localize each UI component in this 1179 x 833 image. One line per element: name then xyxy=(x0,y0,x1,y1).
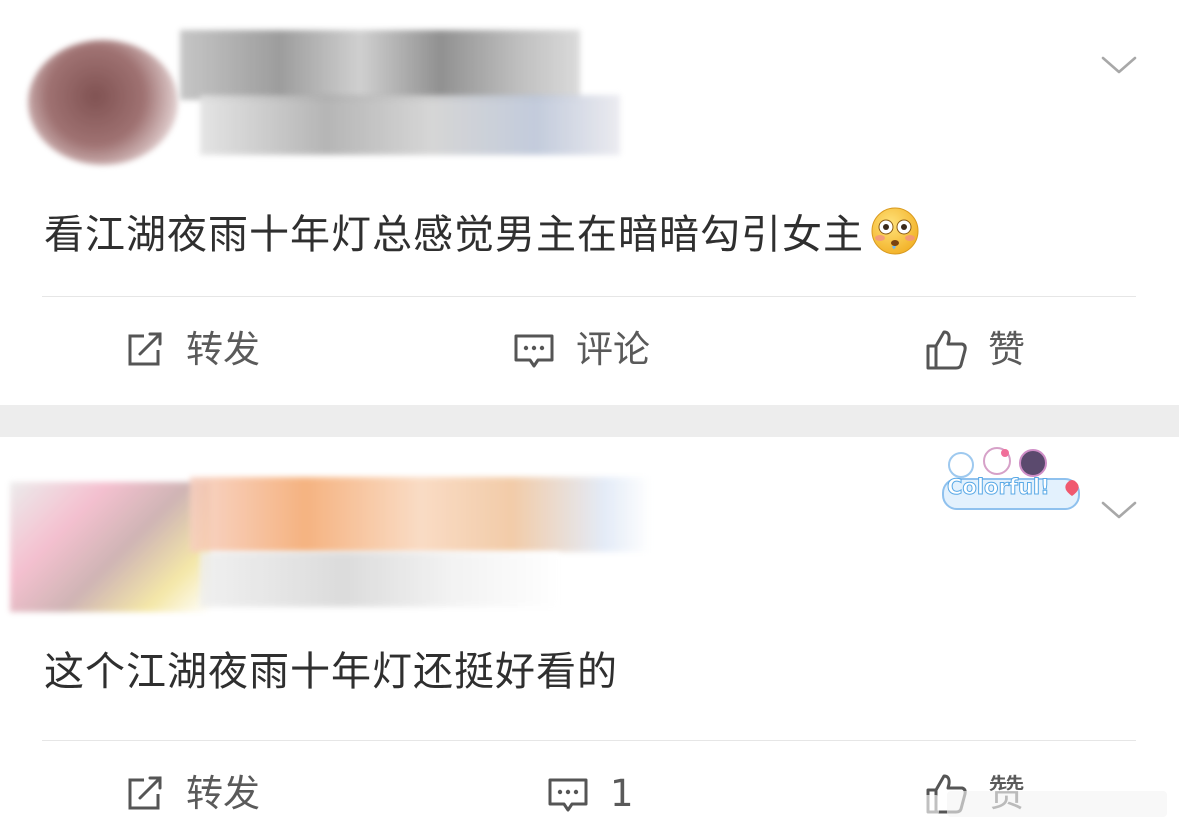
flushed-face-emoji-icon xyxy=(870,206,920,256)
redacted-meta xyxy=(200,95,620,155)
colorful-badge: Colorful! xyxy=(935,443,1087,513)
repost-icon xyxy=(122,328,166,372)
like-button[interactable]: 赞 xyxy=(924,326,1025,374)
comment-button[interactable]: 评论 xyxy=(512,326,650,374)
repost-button[interactable]: 转发 xyxy=(122,326,260,374)
divider xyxy=(42,296,1136,297)
post-text-content: 看江湖夜雨十年灯总感觉男主在暗暗勾引女主 xyxy=(44,212,864,258)
avatar[interactable] xyxy=(28,40,178,165)
repost-label: 转发 xyxy=(186,328,260,371)
redacted-username xyxy=(190,477,650,552)
post-text-content: 这个江湖夜雨十年灯还挺好看的 xyxy=(44,649,618,695)
thumbs-up-icon xyxy=(924,328,968,372)
watermark xyxy=(919,783,1169,823)
like-label: 赞 xyxy=(988,328,1025,371)
divider xyxy=(42,740,1136,741)
repost-icon xyxy=(122,772,166,816)
repost-label: 转发 xyxy=(186,772,260,815)
redacted-username xyxy=(180,30,580,100)
avatar[interactable] xyxy=(10,482,210,612)
redacted-meta xyxy=(200,552,560,607)
comment-label: 评论 xyxy=(576,328,650,371)
collapse-chevron-icon[interactable] xyxy=(1101,497,1137,521)
badge-text: Colorful! xyxy=(947,475,1051,500)
feed-card: 看江湖夜雨十年灯总感觉男主在暗暗勾引女主 转发 评论 赞 xyxy=(0,0,1179,405)
post-text: 看江湖夜雨十年灯总感觉男主在暗暗勾引女主 xyxy=(44,206,920,259)
comment-count: 1 xyxy=(610,772,634,815)
comment-icon xyxy=(546,772,590,816)
post-text: 这个江湖夜雨十年灯还挺好看的 xyxy=(44,648,618,696)
feed-card: Colorful! 这个江湖夜雨十年灯还挺好看的 转发 1 赞 xyxy=(0,437,1179,833)
comment-button[interactable]: 1 xyxy=(546,770,634,818)
repost-button[interactable]: 转发 xyxy=(122,770,260,818)
comment-icon xyxy=(512,328,556,372)
feed-separator xyxy=(0,405,1179,437)
collapse-chevron-icon[interactable] xyxy=(1101,52,1137,76)
